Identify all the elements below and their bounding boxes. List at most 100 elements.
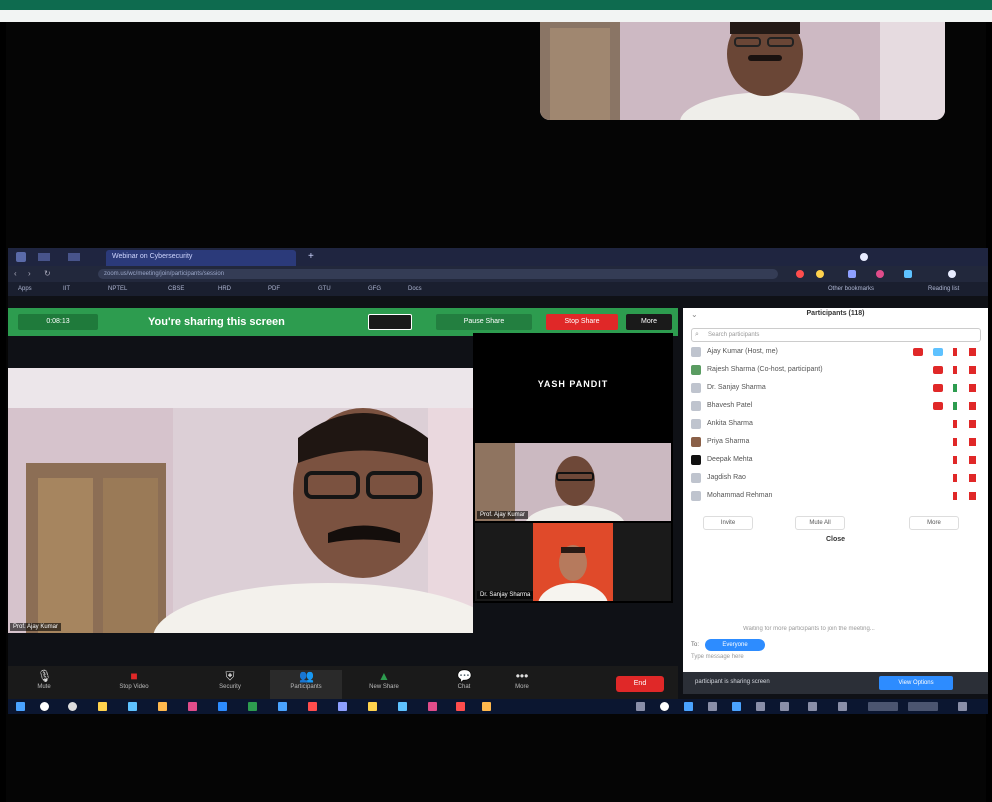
tray-icon[interactable] <box>732 702 741 711</box>
app-icon[interactable] <box>398 702 407 711</box>
bookmark-item[interactable]: Docs <box>408 285 422 293</box>
browser-menu-icon[interactable] <box>16 252 26 262</box>
zoom-icon[interactable] <box>218 702 227 711</box>
bookmark-item[interactable]: CBSE <box>168 285 184 293</box>
chat-input[interactable]: Type message here <box>691 654 981 664</box>
tray-icon[interactable] <box>756 702 765 711</box>
browser-tab-active[interactable]: Webinar on Cybersecurity <box>106 250 296 266</box>
bookmark-item[interactable]: Other bookmarks <box>828 285 874 293</box>
extension-icon[interactable] <box>816 270 824 278</box>
tray-icon[interactable] <box>660 702 669 711</box>
tray-icon[interactable] <box>708 702 717 711</box>
bookmark-item[interactable]: HRD <box>218 285 231 293</box>
extension-icon[interactable] <box>876 270 884 278</box>
participant-row[interactable]: Mohammad Rehman <box>691 488 981 504</box>
bookmark-item[interactable]: Apps <box>18 285 32 293</box>
bookmark-item[interactable]: IIT <box>63 285 70 293</box>
app-icon[interactable] <box>158 702 167 711</box>
video-off-icon <box>913 348 923 356</box>
bookmark-item[interactable]: GTU <box>318 285 331 293</box>
chevron-down-icon[interactable]: ⌄ <box>691 310 698 319</box>
forward-icon[interactable]: › <box>28 269 31 278</box>
more-label: More <box>515 684 529 690</box>
participant-name: Ajay Kumar (Host, me) <box>707 348 778 355</box>
pause-share-button[interactable]: Pause Share <box>436 314 532 330</box>
participant-name: Dr. Sanjay Sharma <box>707 384 766 391</box>
search-icon[interactable] <box>40 702 49 711</box>
app-icon[interactable] <box>188 702 197 711</box>
app-icon[interactable] <box>278 702 287 711</box>
bookmark-item[interactable]: PDF <box>268 285 280 293</box>
app-icon[interactable] <box>428 702 437 711</box>
participant-row[interactable]: Ajay Kumar (Host, me) <box>691 344 981 360</box>
chat-recipient-label: Everyone <box>722 642 748 648</box>
clock-icon[interactable] <box>868 702 898 711</box>
tray-icon[interactable] <box>636 702 645 711</box>
back-icon[interactable]: ‹ <box>14 269 17 278</box>
edge-icon[interactable] <box>128 702 137 711</box>
tab-group-icon[interactable] <box>68 253 80 261</box>
sharing-message: You're sharing this screen <box>148 316 285 328</box>
stop-video-button[interactable]: ■ Stop Video <box>110 670 158 700</box>
bookmark-item[interactable]: NPTEL <box>108 285 127 293</box>
mic-muted-icon <box>953 456 957 464</box>
bookmark-item[interactable]: GFG <box>368 285 381 293</box>
new-tab-icon[interactable]: + <box>308 251 314 262</box>
mute-all-button[interactable]: Mute All <box>795 516 845 530</box>
invite-button[interactable]: Invite <box>703 516 753 530</box>
app-icon[interactable] <box>248 702 257 711</box>
bookmarks-bar: Apps IIT NPTEL CBSE HRD PDF GTU GFG Docs… <box>8 282 988 296</box>
participant-name: Deepak Mehta <box>707 456 753 463</box>
participant-name: Mohammad Rehman <box>707 492 773 499</box>
participant-row[interactable]: Priya Sharma <box>691 434 981 450</box>
participant-search-input[interactable]: Search participants <box>691 328 981 342</box>
app-icon[interactable] <box>368 702 377 711</box>
task-view-icon[interactable] <box>68 702 77 711</box>
app-icon[interactable] <box>338 702 347 711</box>
new-share-button[interactable]: ▲ New Share <box>360 670 408 700</box>
profile-icon[interactable] <box>860 253 868 261</box>
start-icon[interactable] <box>16 702 25 711</box>
bookmark-item[interactable]: Reading list <box>928 285 959 293</box>
date-icon[interactable] <box>908 702 938 711</box>
chat-button[interactable]: 💬 Chat <box>440 670 488 700</box>
tray-icon[interactable] <box>838 702 847 711</box>
chat-recipient-dropdown[interactable]: Everyone <box>705 639 765 651</box>
address-bar-row: ‹ › ↻ zoom.us/wc/meeting/join/participan… <box>8 266 988 282</box>
tray-icon[interactable] <box>780 702 789 711</box>
file-explorer-icon[interactable] <box>98 702 107 711</box>
participant-row[interactable]: Bhavesh Patel <box>691 398 981 414</box>
security-button[interactable]: ⛨ Security <box>206 670 254 700</box>
participant-name: Rajesh Sharma (Co-host, participant) <box>707 366 823 373</box>
reload-icon[interactable]: ↻ <box>44 269 51 278</box>
notification-icon[interactable] <box>958 702 967 711</box>
workspace-icon[interactable] <box>38 253 50 261</box>
tray-icon[interactable] <box>684 702 693 711</box>
mute-button[interactable]: 🎙 Mute <box>20 670 68 700</box>
app-icon[interactable] <box>482 702 491 711</box>
account-icon[interactable] <box>948 270 956 278</box>
participants-more-button[interactable]: More <box>909 516 959 530</box>
share-more-button[interactable]: More <box>626 314 672 330</box>
extension-icon[interactable] <box>904 270 912 278</box>
video-icon: ■ <box>130 669 138 683</box>
more-button[interactable]: ••• More <box>498 670 546 700</box>
extension-icon[interactable] <box>796 270 804 278</box>
screen-thumbnail-icon[interactable] <box>368 314 412 330</box>
extension-icon[interactable] <box>848 270 856 278</box>
participant-row[interactable]: Deepak Mehta <box>691 452 981 468</box>
tray-icon[interactable] <box>808 702 817 711</box>
end-label: End <box>633 680 647 687</box>
stop-share-button[interactable]: Stop Share <box>546 314 618 330</box>
participant-row[interactable]: Rajesh Sharma (Co-host, participant) <box>691 362 981 378</box>
app-icon[interactable] <box>308 702 317 711</box>
view-options-button[interactable]: View Options <box>879 676 953 690</box>
end-meeting-button[interactable]: End <box>616 676 664 692</box>
participants-button[interactable]: 👥 Participants <box>270 670 342 700</box>
app-icon[interactable] <box>456 702 465 711</box>
participant-row[interactable]: Jagdish Rao <box>691 470 981 486</box>
url-field[interactable]: zoom.us/wc/meeting/join/participants/ses… <box>98 269 778 279</box>
participant-row[interactable]: Dr. Sanjay Sharma <box>691 380 981 396</box>
video-off-icon <box>933 366 943 374</box>
participant-row[interactable]: Ankita Sharma <box>691 416 981 432</box>
